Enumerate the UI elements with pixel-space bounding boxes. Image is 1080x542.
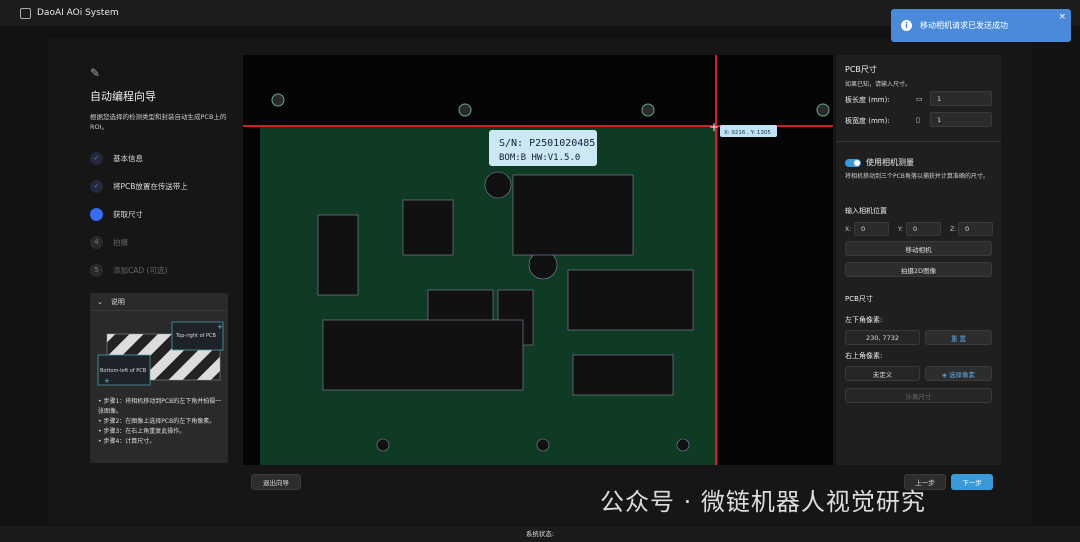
reset-button[interactable]: 重 置 (925, 330, 992, 345)
magic-wand-icon: ✎ (90, 66, 101, 80)
calculate-size-button[interactable]: 计算尺寸 (845, 388, 992, 403)
close-icon[interactable]: × (1058, 12, 1066, 22)
instructions-header[interactable]: ⌄ 说明 (90, 293, 228, 311)
check-icon: ✓ (90, 179, 103, 193)
step-4: 4 拍摄 (90, 228, 230, 256)
step-number: 3 (90, 207, 103, 221)
step-list: ✓ 基本信息 ✓ 将PCB放置在传送带上 3 获取尺寸 4 拍摄 5 添加CAD (可选) (90, 144, 230, 284)
instruction-item: 步骤2：在图像上选择PCB的左下角像素。 (98, 417, 223, 427)
capture-2d-button[interactable]: 拍摄2D图像 (845, 262, 992, 277)
serial-number: S/N: P2501020485 (499, 138, 595, 149)
step-label: 基本信息 (113, 153, 143, 163)
camera-z-input[interactable]: 0 (958, 222, 993, 236)
y-label: Y: (898, 226, 903, 233)
step-label: 拍摄 (113, 237, 128, 247)
top-right-label: Top-right of PCB (175, 333, 216, 339)
width-label: 板宽度 (mm): (845, 117, 890, 125)
length-label: 板长度 (mm): (845, 96, 890, 104)
instructions-list: 步骤1：将相机移动到PCB的左下角并拍摄一张图像。 步骤2：在图像上选择PCB的… (98, 397, 223, 447)
step-3: 3 获取尺寸 (90, 200, 230, 228)
instruction-item: 步骤1：将相机移动到PCB的左下角并拍摄一张图像。 (98, 397, 223, 417)
pcb-image[interactable]: S/N: P2501020485 BOM:B HW:V1.5.0 + X: 92… (243, 55, 833, 465)
app-title: DaoAI AOi System (37, 8, 119, 18)
bottom-left-pixel-value: 230, 7732 (845, 330, 920, 345)
pcb-size-title: PCB尺寸 (845, 65, 877, 74)
chevron-down-icon: ⌄ (97, 297, 103, 306)
image-viewer[interactable]: S/N: P2501020485 BOM:B HW:V1.5.0 + X: 92… (243, 55, 833, 465)
top-right-pixel-value: 未定义 (845, 366, 920, 381)
camera-x-input[interactable]: 0 (854, 222, 889, 236)
svg-text:+: + (104, 377, 110, 385)
bottom-left-label: Bottom-left of PCB (100, 368, 147, 374)
step-label: 获取尺寸 (113, 209, 143, 219)
camera-measure-desc: 将相机移动到三个PCB角落以捕获并计算准确的尺寸。 (845, 173, 989, 180)
info-icon: i (901, 20, 912, 31)
width-input[interactable]: 1 (930, 112, 992, 127)
cursor-coordinate-readout: X: 9216 , Y: 1305 (724, 130, 771, 136)
instructions-title: 说明 (110, 297, 125, 306)
step-5: 5 添加CAD (可选) (90, 256, 230, 284)
step-label: 添加CAD (可选) (113, 265, 168, 275)
camera-measure-toggle[interactable] (845, 159, 861, 167)
instructions-panel: ⌄ 说明 Top-right of PCB Bottom-left of PCB … (90, 293, 228, 463)
z-label: Z: (950, 226, 957, 233)
top-right-pixel-label: 右上角像素: (845, 352, 883, 360)
success-toast: i 移动相机请求已发送成功 × (891, 9, 1071, 42)
settings-panel: PCB尺寸 如果已知，请输入尺寸。 板长度 (mm): ▭ 1 板宽度 (mm)… (836, 55, 1001, 465)
app-logo-icon (20, 7, 31, 19)
pcb-size-hint: 如果已知，请输入尺寸。 (845, 81, 912, 88)
select-pixel-button[interactable]: ◈ 选择像素 (925, 366, 992, 381)
svg-text:+: + (217, 323, 223, 331)
status-bar: 系统状态: (0, 526, 1080, 542)
next-step-button[interactable]: 下一步 (951, 474, 993, 490)
step-number: 5 (90, 263, 103, 277)
status-label: 系统状态: (525, 530, 555, 538)
move-camera-button[interactable]: 移动相机 (845, 241, 992, 256)
check-icon: ✓ (90, 151, 103, 165)
exit-wizard-button[interactable]: 退出向导 (251, 474, 301, 490)
camera-y-input[interactable]: 0 (906, 222, 941, 236)
wizard-sidebar: ✎ 自动编程向导 根据您选择的检测类型和封装自动生成PCB上的ROI。 ✓ 基本信… (90, 66, 230, 284)
camera-position-title: 输入相机位置 (845, 207, 887, 215)
step-number: 4 (90, 235, 103, 249)
watermark: 公众号 · 微链机器人视觉研究 (600, 488, 926, 516)
wizard-description: 根据您选择的检测类型和封装自动生成PCB上的ROI。 (90, 113, 227, 131)
step-1: ✓ 基本信息 (90, 144, 230, 172)
x-label: X: (845, 226, 852, 233)
wizard-title: 自动编程向导 (90, 90, 156, 103)
instruction-item: 步骤4：计算尺寸。 (98, 437, 223, 447)
width-icon: ▯ (916, 116, 920, 124)
crosshair-cursor-icon: + (709, 120, 719, 134)
toast-message: 移动相机请求已发送成功 (920, 21, 1008, 30)
measure-title: PCB尺寸 (845, 295, 873, 303)
camera-measure-label: 使用相机测量 (866, 158, 914, 167)
step-label: 将PCB放置在传送带上 (113, 181, 188, 191)
bom-hw-text: BOM:B HW:V1.5.0 (499, 153, 580, 163)
step-2: ✓ 将PCB放置在传送带上 (90, 172, 230, 200)
instruction-item: 步骤3：在右上角重复此操作。 (98, 427, 223, 437)
pcb-corner-diagram: Top-right of PCB Bottom-left of PCB + + (97, 321, 224, 386)
bottom-left-pixel-label: 左下角像素: (845, 316, 883, 324)
length-input[interactable]: 1 (930, 91, 992, 106)
length-icon: ▭ (916, 95, 923, 103)
